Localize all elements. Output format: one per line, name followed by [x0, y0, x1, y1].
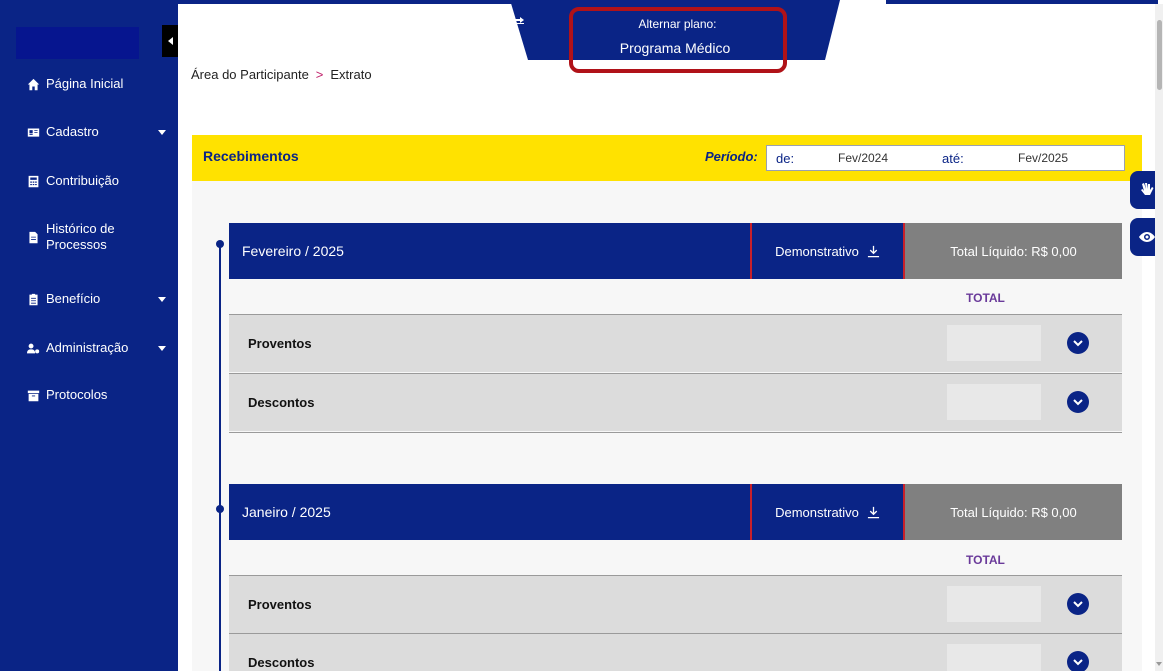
- row-label: Descontos: [248, 395, 315, 410]
- home-icon: [26, 77, 40, 91]
- sidebar: Página Inicial Cadastro Contribuição His…: [0, 0, 178, 671]
- chevron-down-icon: [158, 346, 166, 351]
- demonstrativo-label: Demonstrativo: [775, 504, 859, 520]
- descontos-row[interactable]: Descontos: [229, 633, 1122, 671]
- calculator-icon: [26, 174, 40, 188]
- clipboard-icon: [26, 292, 40, 306]
- row-label: Descontos: [248, 655, 315, 670]
- row-label: Proventos: [248, 597, 312, 612]
- period-filter: de: Fev/2024 até: Fev/2025: [766, 145, 1125, 171]
- timeline-dot: [216, 505, 224, 513]
- sidebar-item-administracao[interactable]: Administração: [0, 340, 178, 356]
- chevron-down-icon: [158, 130, 166, 135]
- total-column-header: TOTAL: [966, 553, 1005, 567]
- sidebar-item-label: Cadastro: [46, 124, 99, 139]
- sidebar-item-label: Histórico de Processos: [46, 221, 115, 252]
- expand-button[interactable]: [1067, 593, 1089, 615]
- sidebar-item-beneficio[interactable]: Benefício: [0, 291, 178, 307]
- breadcrumb: Área do Participante > Extrato: [191, 67, 372, 82]
- demonstrativo-button[interactable]: Demonstrativo: [752, 223, 905, 279]
- demonstrativo-button[interactable]: Demonstrativo: [752, 484, 905, 540]
- month-header: Fevereiro / 2025 Demonstrativo Total Líq…: [229, 223, 1122, 279]
- sidebar-item-pagina-inicial[interactable]: Página Inicial: [0, 76, 178, 92]
- scroll-down-arrow[interactable]: [1155, 659, 1163, 669]
- sidebar-item-contribuicao[interactable]: Contribuição: [0, 173, 178, 189]
- archive-icon: [26, 388, 40, 402]
- breadcrumb-root[interactable]: Área do Participante: [191, 67, 309, 82]
- proventos-row[interactable]: Proventos: [229, 575, 1122, 633]
- month-header: Janeiro / 2025 Demonstrativo Total Líqui…: [229, 484, 1122, 540]
- chevron-down-icon: [1073, 601, 1083, 608]
- row-label: Proventos: [248, 336, 312, 351]
- plan-highlight-box: [569, 7, 787, 73]
- users-cog-icon: [26, 341, 40, 355]
- sidebar-item-label: Administração: [46, 340, 129, 355]
- sidebar-item-historico-de-processos[interactable]: Histórico de Processos: [0, 221, 178, 253]
- divider: [229, 432, 1122, 433]
- period-to-input[interactable]: Fev/2025: [1018, 151, 1068, 165]
- proventos-row[interactable]: Proventos: [229, 314, 1122, 372]
- sidebar-item-label: Benefício: [46, 291, 101, 306]
- expand-button[interactable]: [1067, 651, 1089, 671]
- timeline-line: [219, 243, 221, 671]
- panel-title: Recebimentos: [203, 148, 299, 164]
- eye-icon: [1138, 232, 1155, 242]
- sidebar-item-cadastro[interactable]: Cadastro: [0, 124, 178, 140]
- month-name: Janeiro / 2025: [229, 484, 752, 540]
- chevron-down-icon: [1073, 399, 1083, 406]
- sidebar-item-label: Contribuição: [46, 173, 119, 188]
- chevron-down-icon: [1073, 340, 1083, 347]
- row-total-value: [947, 586, 1041, 622]
- month-name: Fevereiro / 2025: [229, 223, 752, 279]
- breadcrumb-separator: >: [315, 67, 324, 82]
- scrollbar-thumb[interactable]: [1157, 20, 1162, 90]
- expand-button[interactable]: [1067, 391, 1089, 413]
- row-total-value: [947, 325, 1041, 361]
- timeline-dot: [216, 240, 224, 248]
- download-icon: [867, 245, 879, 257]
- sidebar-collapse-button[interactable]: [162, 25, 178, 57]
- breadcrumb-current: Extrato: [330, 67, 372, 82]
- chevron-down-icon: [158, 297, 166, 302]
- sidebar-item-label: Protocolos: [46, 387, 108, 402]
- expand-button[interactable]: [1067, 332, 1089, 354]
- sidebar-item-label: Página Inicial: [46, 76, 124, 91]
- period-label: Período:: [705, 149, 758, 164]
- download-icon: [867, 506, 879, 518]
- demonstrativo-label: Demonstrativo: [775, 243, 859, 259]
- logo: [16, 27, 139, 59]
- sidebar-item-protocolos[interactable]: Protocolos: [0, 387, 178, 403]
- period-from-label: de:: [776, 151, 795, 166]
- total-liquido: Total Líquido: R$ 0,00: [905, 484, 1122, 540]
- total-column-header: TOTAL: [966, 291, 1005, 305]
- id-card-icon: [26, 125, 40, 139]
- row-total-value: [947, 644, 1041, 671]
- document-icon: [26, 230, 40, 244]
- total-liquido: Total Líquido: R$ 0,00: [905, 223, 1122, 279]
- chevron-down-icon: [1073, 659, 1083, 666]
- period-from-input[interactable]: Fev/2024: [838, 151, 888, 165]
- scrollbar[interactable]: [1155, 4, 1163, 671]
- sign-language-icon: [1140, 183, 1153, 195]
- panel-header: Recebimentos Período: de: Fev/2024 até: …: [192, 135, 1142, 181]
- row-total-value: [947, 384, 1041, 420]
- descontos-row[interactable]: Descontos: [229, 373, 1122, 431]
- period-to-label: até:: [942, 151, 964, 166]
